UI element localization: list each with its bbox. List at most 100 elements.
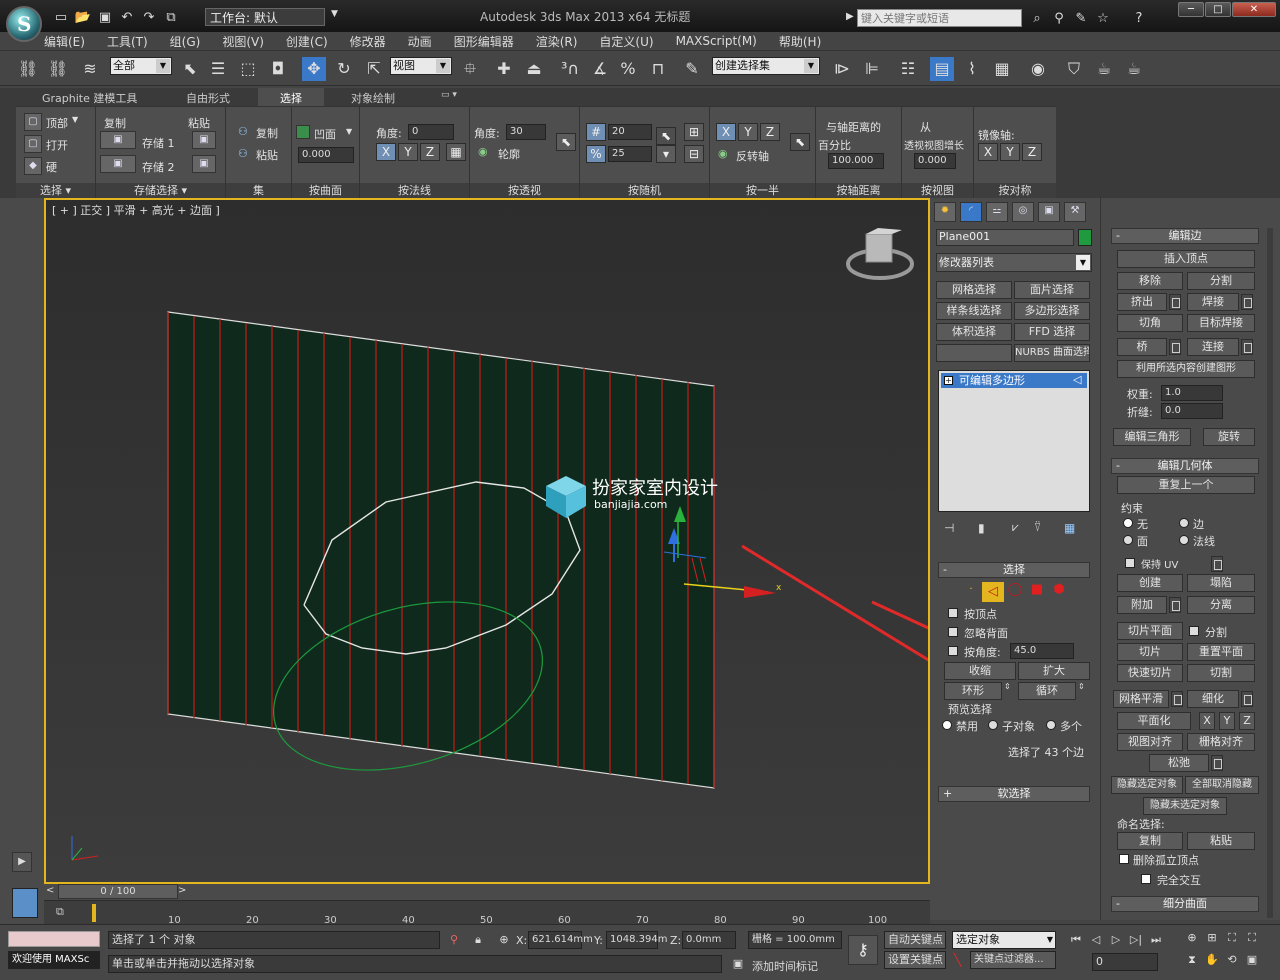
weld-button[interactable]: 焊接: [1187, 293, 1239, 311]
set-key-button[interactable]: 设置关键点: [884, 951, 946, 969]
hide-selected-button[interactable]: 隐藏选定对象: [1111, 776, 1183, 794]
poly-select-button[interactable]: 多边形选择: [1014, 302, 1090, 320]
menu-animation[interactable]: 动画: [408, 33, 432, 50]
save-icon[interactable]: ▣: [96, 8, 114, 26]
selection-filter-dropdown[interactable]: 全部 ▼: [110, 57, 172, 75]
preserve-uv-checkbox[interactable]: [1125, 558, 1135, 568]
select-manipulate-icon[interactable]: ✚: [492, 57, 516, 81]
relax-button[interactable]: 松弛: [1149, 754, 1209, 772]
reference-coordinate-dropdown[interactable]: 视图 ▼: [390, 57, 452, 75]
workspace-dropdown-icon[interactable]: ▼: [331, 9, 338, 19]
polygon-level-icon[interactable]: ■: [1026, 582, 1048, 602]
time-slider[interactable]: 0 / 100: [58, 884, 178, 899]
subscription-icon[interactable]: ⚲: [1050, 9, 1068, 27]
detach-button[interactable]: 分离: [1187, 596, 1255, 614]
loop-button[interactable]: 循环: [1018, 682, 1076, 700]
favorites-icon[interactable]: ☆: [1094, 9, 1112, 27]
maxscript-welcome[interactable]: 欢迎使用 MAXSc: [8, 951, 100, 969]
rollout-edit-geometry[interactable]: - 编辑几何体: [1111, 458, 1259, 474]
x-coord-field[interactable]: 621.614mm: [528, 931, 593, 949]
viewport-scene[interactable]: x: [46, 200, 928, 882]
half-y-button[interactable]: Y: [738, 123, 758, 141]
hide-unselected-button[interactable]: 隐藏未选定对象: [1143, 797, 1227, 815]
spline-select-button[interactable]: 样条线选择: [936, 302, 1012, 320]
make-unique-icon[interactable]: ⩗: [1012, 520, 1034, 535]
chamfer-button[interactable]: 切角: [1117, 314, 1183, 332]
go-to-end-icon[interactable]: ⏭: [1146, 931, 1166, 949]
constraint-edge-radio[interactable]: [1179, 518, 1189, 528]
maxscript-listener-pink[interactable]: [8, 931, 100, 947]
select-by-name-icon[interactable]: ☰: [206, 57, 230, 81]
paste-store1-icon[interactable]: ▣: [192, 131, 216, 149]
time-cursor[interactable]: [92, 904, 96, 922]
crease-spinner[interactable]: 0.0: [1161, 403, 1223, 419]
target-weld-button[interactable]: 目标焊接: [1187, 314, 1255, 332]
menu-graph-editors[interactable]: 图形编辑器: [454, 33, 514, 50]
command-panel-scrollbar[interactable]: [1267, 228, 1273, 918]
layer-manager-icon[interactable]: ☷: [896, 57, 920, 81]
attach-button[interactable]: 附加: [1117, 596, 1167, 614]
rollout-selection[interactable]: - 选择: [938, 562, 1090, 578]
preserve-uv-settings-icon[interactable]: [1211, 556, 1223, 572]
border-level-icon[interactable]: ◯: [1004, 582, 1026, 602]
ribbon-options-icon[interactable]: ▭ ▾: [441, 90, 457, 100]
help-icon[interactable]: ?: [1130, 9, 1148, 27]
insert-vertex-button[interactable]: 插入顶点: [1117, 250, 1255, 268]
set-copy-icon[interactable]: ⚇: [238, 125, 248, 138]
open-label[interactable]: 打开: [46, 137, 68, 153]
tab-graphite[interactable]: Graphite 建模工具: [42, 90, 137, 106]
link-icon[interactable]: ⛓: [16, 57, 40, 81]
full-interactivity-checkbox[interactable]: [1141, 874, 1151, 884]
snaps-toggle-icon[interactable]: ³∩: [558, 57, 582, 81]
chevron-down-icon[interactable]: ▼: [72, 115, 78, 124]
split-checkbox[interactable]: [1189, 626, 1199, 636]
set-key-icon[interactable]: ⚷: [848, 935, 878, 965]
window-crossing-icon[interactable]: ◘: [266, 57, 290, 81]
previous-frame-icon[interactable]: ◁: [1086, 931, 1106, 949]
tab-freeform[interactable]: 自由形式: [186, 90, 230, 106]
next-frame-icon[interactable]: ▷|: [1126, 931, 1146, 949]
quickslice-button[interactable]: 快速切片: [1117, 664, 1183, 682]
vertex-level-icon[interactable]: ·: [960, 582, 982, 602]
paste-store2-icon[interactable]: ▣: [192, 155, 216, 173]
collapse-button[interactable]: 塌陷: [1187, 574, 1255, 592]
planar-y-button[interactable]: Y: [1219, 712, 1235, 730]
symmetry-x-button[interactable]: X: [978, 143, 998, 161]
preview-disable-radio[interactable]: [942, 720, 952, 730]
modify-tab-icon[interactable]: ◜: [960, 202, 982, 222]
select-object-icon[interactable]: ⬉: [178, 57, 202, 81]
rendered-frame-icon[interactable]: ☕: [1092, 57, 1116, 81]
configure-sets-icon[interactable]: ▦: [1064, 521, 1086, 535]
named-paste-button[interactable]: 粘贴: [1187, 832, 1255, 850]
material-editor-icon[interactable]: ◉: [1026, 57, 1050, 81]
edit-triangulation-button[interactable]: 编辑三角形: [1113, 428, 1191, 446]
zoom-extents-icon[interactable]: ⛶: [1222, 929, 1242, 947]
open-file-icon[interactable]: 📂: [74, 8, 92, 26]
rollout-edit-edges[interactable]: - 编辑边: [1111, 228, 1259, 244]
unhide-all-button[interactable]: 全部取消隐藏: [1185, 776, 1259, 794]
utilities-tab-icon[interactable]: ⚒: [1064, 202, 1086, 222]
nurbs-select-button[interactable]: NURBS 曲面选择: [1014, 344, 1090, 362]
random-percent-icon[interactable]: %: [586, 145, 606, 163]
close-button[interactable]: ✕: [1232, 2, 1276, 17]
tab-selection[interactable]: 选择: [258, 88, 324, 106]
weld-settings-icon[interactable]: [1241, 294, 1253, 310]
tessellate-button[interactable]: 细化: [1187, 690, 1239, 708]
render-production-icon[interactable]: ☕: [1122, 57, 1146, 81]
communication-icon[interactable]: ✎: [1072, 9, 1090, 27]
hierarchy-tab-icon[interactable]: ⚍: [986, 202, 1008, 222]
empty-modifier-button[interactable]: [936, 344, 1012, 362]
curve-editor-mini-icon[interactable]: ⧉: [56, 905, 64, 919]
workspace-dropdown[interactable]: 工作台: 默认: [205, 8, 325, 26]
half-z-button[interactable]: Z: [760, 123, 780, 141]
connect-settings-icon[interactable]: [1241, 339, 1253, 355]
meshsmooth-button[interactable]: 网格平滑: [1113, 690, 1169, 708]
invert-axis-button[interactable]: 反转轴: [736, 148, 769, 164]
move-icon[interactable]: ✥: [302, 57, 326, 81]
meshsmooth-settings-icon[interactable]: [1171, 691, 1183, 707]
perspective-angle-spinner[interactable]: 30: [506, 124, 546, 140]
set-paste-button[interactable]: 粘贴: [256, 147, 278, 163]
bridge-button[interactable]: 桥: [1117, 338, 1167, 356]
zoom-icon[interactable]: ⊕: [1182, 929, 1202, 947]
menu-group[interactable]: 组(G): [170, 33, 201, 50]
